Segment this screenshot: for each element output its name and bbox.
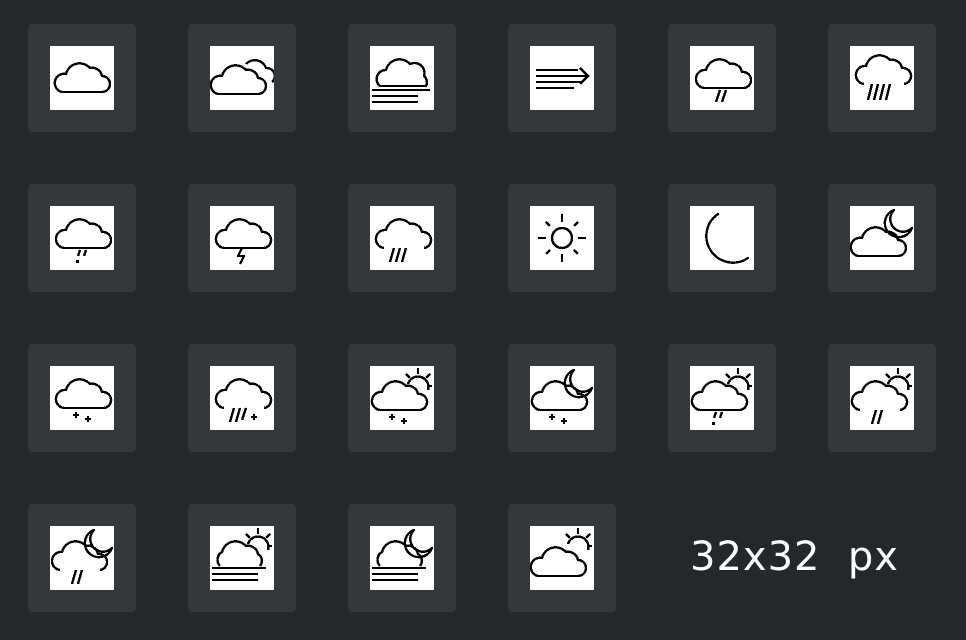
icon-tile[interactable]	[28, 184, 136, 292]
icon-tile[interactable]	[188, 24, 296, 132]
partly-cloudy-day-icon	[530, 526, 594, 590]
wind-icon	[530, 46, 594, 110]
sleet-day-icon	[690, 366, 754, 430]
rain-icon	[370, 206, 434, 270]
icon-tile[interactable]	[188, 504, 296, 612]
icon-tile[interactable]	[508, 184, 616, 292]
snow-icon	[50, 366, 114, 430]
partly-cloudy-night-icon	[850, 206, 914, 270]
icon-tile[interactable]	[508, 344, 616, 452]
snow-day-icon	[370, 366, 434, 430]
thunderstorm-icon	[210, 206, 274, 270]
icon-tile[interactable]	[508, 24, 616, 132]
icon-tile[interactable]	[188, 184, 296, 292]
moon-icon	[690, 206, 754, 270]
icon-tile[interactable]	[828, 24, 936, 132]
cloud-icon	[50, 46, 114, 110]
icon-tile[interactable]	[348, 504, 456, 612]
size-label: 32x32 px	[690, 534, 899, 580]
icon-tile[interactable]	[28, 504, 136, 612]
fog-day-icon	[210, 526, 274, 590]
icon-tile[interactable]	[508, 504, 616, 612]
icon-tile[interactable]	[668, 184, 776, 292]
rain-night-icon	[50, 526, 114, 590]
icon-tile[interactable]	[348, 184, 456, 292]
icon-tile[interactable]	[668, 344, 776, 452]
snow-night-icon	[530, 366, 594, 430]
rain-snow-icon	[210, 366, 274, 430]
icon-tile[interactable]	[828, 344, 936, 452]
icon-tile[interactable]	[28, 344, 136, 452]
rain-day-icon	[850, 366, 914, 430]
sleet-icon	[50, 206, 114, 270]
sun-icon	[530, 206, 594, 270]
icon-tile[interactable]	[828, 184, 936, 292]
cloudy-icon	[210, 46, 274, 110]
icon-tile[interactable]	[348, 344, 456, 452]
icon-tile[interactable]	[348, 24, 456, 132]
fog-icon	[370, 46, 434, 110]
drizzle-icon	[690, 46, 754, 110]
icon-tile[interactable]	[28, 24, 136, 132]
icon-tile[interactable]	[188, 344, 296, 452]
icon-sheet: 32x32 px	[0, 0, 966, 640]
fog-night-icon	[370, 526, 434, 590]
icon-tile[interactable]	[668, 24, 776, 132]
heavy-rain-icon	[850, 46, 914, 110]
